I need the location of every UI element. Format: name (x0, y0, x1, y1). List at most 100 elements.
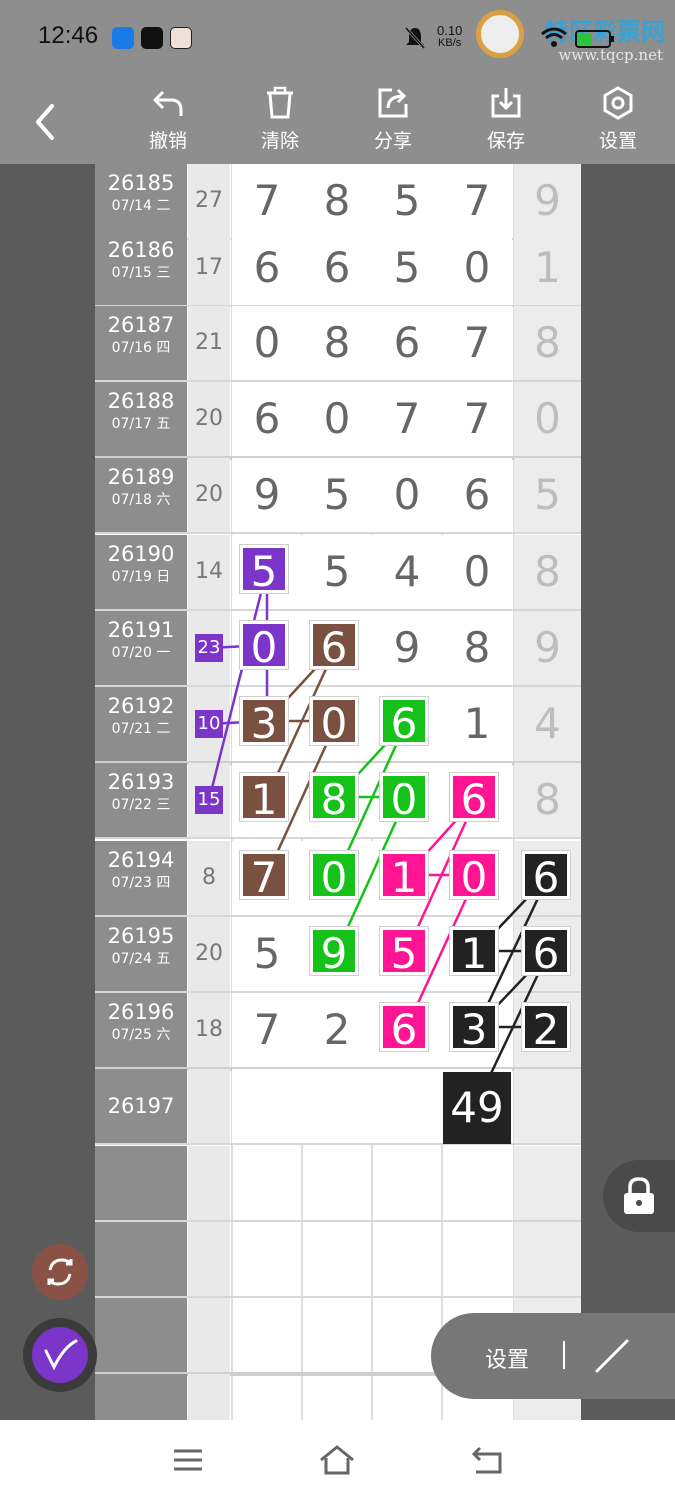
issue-number: 26190 (107, 542, 175, 566)
save-button[interactable]: 保存 (466, 86, 546, 153)
digit-cell[interactable] (442, 841, 512, 915)
draw-row[interactable]: 26197 (95, 1069, 581, 1143)
digit-cell[interactable]: 5 (232, 917, 302, 991)
sum-cell (188, 687, 230, 761)
digit-cell[interactable]: 7 (232, 164, 302, 238)
draw-row[interactable]: 26194 07/23 四 8 (95, 841, 581, 915)
digit-cell[interactable] (514, 1069, 581, 1143)
digit-cell[interactable] (514, 993, 581, 1067)
digit-cell-empty[interactable] (514, 1146, 581, 1220)
digit-cell[interactable]: 9 (514, 164, 581, 238)
digit-cell[interactable] (442, 763, 512, 837)
digit-cell[interactable] (302, 763, 372, 837)
draw-row[interactable]: 26196 07/25 六 18 7 2 (95, 993, 581, 1067)
back-button[interactable] (28, 100, 64, 144)
draw-row[interactable]: 26187 07/16 四 21 0 8 6 7 8 (95, 306, 581, 380)
floating-settings-pill[interactable]: 设置 (431, 1313, 675, 1399)
digit-cell[interactable] (302, 1069, 372, 1143)
digit-cell[interactable] (442, 993, 512, 1067)
digit-cell[interactable]: 7 (232, 993, 302, 1067)
trend-chart-board[interactable]: 26185 07/14 二 27 7 8 5 7 9 26186 07/15 三 17 6 6 5 0 1 26… (95, 164, 581, 1420)
digit-cell[interactable]: 8 (514, 763, 581, 837)
digit-cell[interactable]: 5 (372, 164, 442, 238)
net-speed: 0.10 KB/s (437, 24, 462, 50)
digit-cell[interactable]: 9 (232, 458, 302, 532)
settings-button[interactable]: 设置 (578, 86, 658, 153)
digit-cell[interactable] (372, 687, 442, 761)
digit-cell[interactable] (232, 763, 302, 837)
digit-cell[interactable] (232, 1069, 302, 1143)
digit-cell[interactable]: 8 (514, 535, 581, 609)
draw-row[interactable]: 26188 07/17 五 20 6 0 7 7 0 (95, 382, 581, 456)
menu-nav-icon[interactable] (172, 1444, 204, 1476)
digit-cell[interactable]: 0 (442, 231, 512, 305)
digit-cell-empty[interactable] (514, 1222, 581, 1296)
digit-cell[interactable]: 0 (442, 535, 512, 609)
digit-cell[interactable]: 6 (372, 306, 442, 380)
home-nav-icon[interactable] (319, 1444, 355, 1476)
digit-cell[interactable]: 0 (232, 306, 302, 380)
digit-cell[interactable] (232, 687, 302, 761)
digit-cell[interactable]: 0 (302, 382, 372, 456)
digit-cell[interactable] (372, 917, 442, 991)
digit-cell[interactable]: 5 (514, 458, 581, 532)
draw-row[interactable]: 26192 07/21 二 14 (95, 687, 581, 761)
digit-cell[interactable]: 7 (442, 306, 512, 380)
digit-cell[interactable] (302, 917, 372, 991)
digit-cell[interactable]: 4 (372, 535, 442, 609)
digit-cell[interactable] (442, 1069, 512, 1143)
digit-cell[interactable]: 1 (514, 231, 581, 305)
digit-cell[interactable] (372, 763, 442, 837)
digit-cell[interactable] (372, 993, 442, 1067)
undo-button[interactable]: 撤销 (128, 86, 208, 153)
draw-row[interactable]: 26189 07/18 六 20 9 5 0 6 5 (95, 458, 581, 532)
digit-cell[interactable]: 4 (514, 687, 581, 761)
digit-cell[interactable] (372, 1069, 442, 1143)
digit-cell[interactable]: 2 (302, 993, 372, 1067)
digit-cell[interactable] (232, 535, 302, 609)
digit-cell[interactable]: 7 (442, 382, 512, 456)
digit-cell[interactable]: 8 (302, 164, 372, 238)
digit-cell[interactable]: 6 (232, 231, 302, 305)
digit-cell[interactable]: 8 (302, 306, 372, 380)
clear-button[interactable]: 清除 (240, 86, 320, 153)
digit-cell[interactable]: 0 (514, 382, 581, 456)
digit-cell[interactable]: 0 (372, 458, 442, 532)
digit-cell[interactable]: 9 (372, 611, 442, 685)
digit-cell[interactable]: 5 (302, 535, 372, 609)
digit-cell[interactable] (302, 687, 372, 761)
digit-cell[interactable] (232, 841, 302, 915)
digit-cell[interactable]: 6 (232, 382, 302, 456)
digit-cell[interactable]: 9 (514, 611, 581, 685)
draw-row[interactable]: 26193 07/22 三 8 (95, 763, 581, 837)
digit-cell[interactable] (514, 841, 581, 915)
digit-cell[interactable]: 5 (302, 458, 372, 532)
digit-cell[interactable]: 5 (372, 231, 442, 305)
back-nav-icon[interactable] (470, 1444, 504, 1476)
digit-cell[interactable] (302, 841, 372, 915)
digit-cell[interactable]: 7 (442, 164, 512, 238)
digit-cell[interactable] (514, 917, 581, 991)
draw-row[interactable]: 26191 07/20 一 989 (95, 611, 581, 685)
digit-cell[interactable]: 6 (302, 231, 372, 305)
share-button[interactable]: 分享 (353, 86, 433, 153)
line-tool-icon[interactable] (593, 1335, 633, 1375)
digit-cell[interactable]: 1 (442, 687, 512, 761)
digit-cell[interactable] (442, 917, 512, 991)
floating-settings-label[interactable]: 设置 (485, 1342, 529, 1374)
digit-cell[interactable]: 7 (372, 382, 442, 456)
refresh-button[interactable] (32, 1244, 88, 1300)
draw-row[interactable]: 26185 07/14 二 27 7 8 5 7 9 (95, 164, 581, 238)
digit-cell[interactable]: 6 (442, 458, 512, 532)
digit-cell[interactable]: 8 (442, 611, 512, 685)
draw-row[interactable]: 26195 07/24 五 20 5 (95, 917, 581, 991)
digit-cell[interactable] (302, 611, 372, 685)
lock-button[interactable] (603, 1160, 675, 1232)
pen-mode-button[interactable] (23, 1318, 97, 1392)
issue-date: 07/17 五 (111, 416, 171, 432)
digit-cell[interactable]: 8 (514, 306, 581, 380)
draw-row[interactable]: 26186 07/15 三 17 6 6 5 0 1 (95, 231, 581, 305)
draw-row[interactable]: 26190 07/19 日 14 5 4 0 8 (95, 535, 581, 609)
digit-cell[interactable] (372, 841, 442, 915)
digit-cell[interactable] (232, 611, 302, 685)
